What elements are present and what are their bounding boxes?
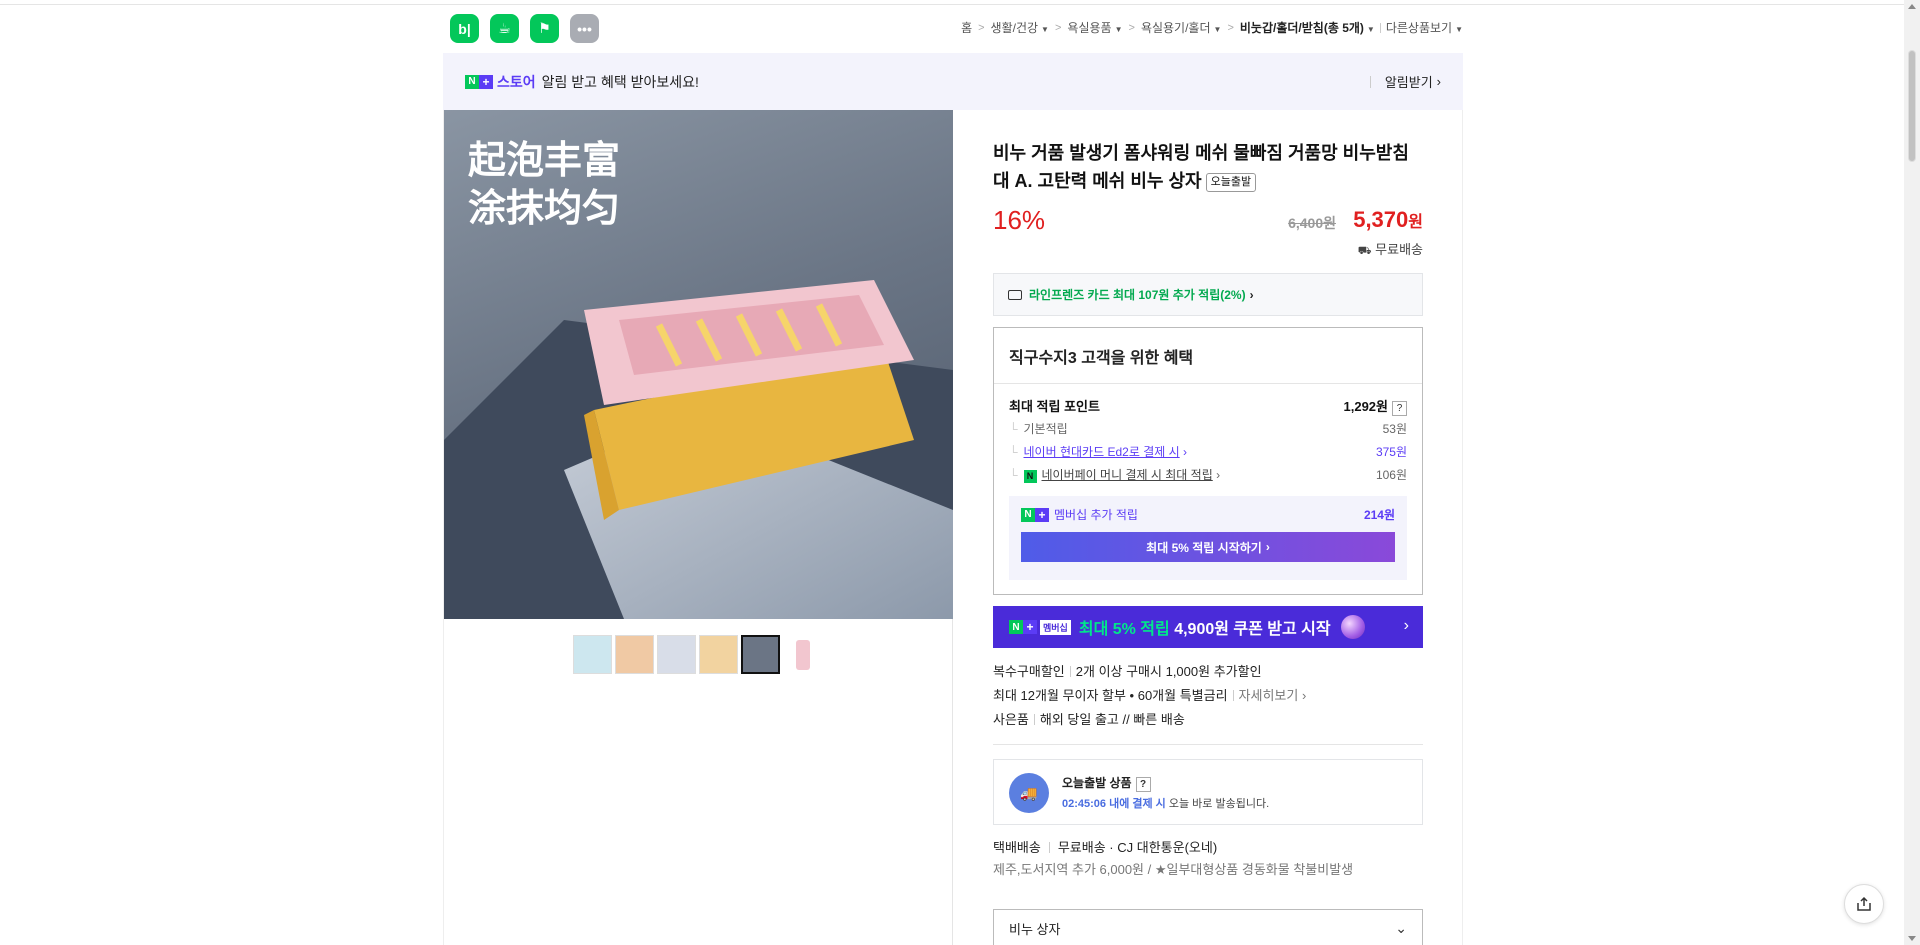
sale-price: 5,370원 xyxy=(1353,207,1423,232)
multi-buy-discount: 복수구매할인 2개 이상 구매시 1,000원 추가할인 xyxy=(993,664,1262,679)
price-row: 16% 6,400원 5,370원 xyxy=(993,199,1423,239)
chevron-right-icon: > xyxy=(978,21,985,34)
divider xyxy=(1379,22,1381,33)
cafe-icon[interactable]: ☕ xyxy=(490,14,519,43)
thumbnail[interactable] xyxy=(573,635,612,674)
points-row-card: └ 네이버 현대카드 Ed2로 결제 시 › 375원 xyxy=(1009,445,1407,459)
help-icon[interactable]: ? xyxy=(1392,400,1407,416)
breadcrumb-item-3[interactable]: 욕실용기/홀더 ▼ xyxy=(1141,19,1222,36)
share-button[interactable] xyxy=(1844,884,1884,924)
thumbnail-active[interactable] xyxy=(741,635,780,674)
notify-subscribe-button[interactable]: 알림받기 › xyxy=(1369,53,1441,110)
scroll-up-icon[interactable] xyxy=(1908,4,1916,9)
other-products-link[interactable]: 다른상품보기 ▼ xyxy=(1386,19,1463,36)
app-icons: b| ☕ ⚑ ••• xyxy=(450,14,599,43)
chevron-right-icon: › xyxy=(1249,287,1254,302)
breadcrumb-current[interactable]: 비눗갑/홀더/받침(총 5개) ▼ xyxy=(1240,19,1375,36)
image-caption: 起泡丰富 涂抹均匀 xyxy=(468,138,621,230)
max-points-row: 최대 적립 포인트 1,292원? xyxy=(1009,394,1407,417)
thumbnail-strip xyxy=(573,635,822,674)
points-row-npay: └ N 네이버페이 머니 결제 시 최대 적립 › 106원 xyxy=(1009,468,1407,483)
points-row-basic: └ 기본적립 53원 xyxy=(1009,422,1407,436)
breadcrumb-home[interactable]: 홈 xyxy=(961,19,972,36)
product-gallery: 起泡丰富 涂抹均匀 xyxy=(444,110,953,945)
credit-card-icon xyxy=(1008,289,1022,300)
chevron-down-icon: ⌄ xyxy=(1395,919,1407,936)
thumbnail[interactable] xyxy=(657,635,696,674)
page-scrollbar[interactable] xyxy=(1904,0,1920,945)
truck-icon: ⛟ xyxy=(1357,245,1372,257)
hyundai-card-link[interactable]: 네이버 현대카드 Ed2로 결제 시 xyxy=(1024,445,1180,459)
product-info: 비누 거품 발생기 폼샤워링 메쉬 물빠짐 거품망 비누받침대 A. 고탄력 메… xyxy=(993,110,1423,945)
chevron-right-icon: > xyxy=(1128,21,1135,34)
notify-banner: N + 스토어 알림 받고 혜택 받아보세요! 알림받기 › xyxy=(443,53,1463,110)
share-icon xyxy=(1857,896,1871,911)
product-main-image[interactable]: 起泡丰富 涂抹均匀 xyxy=(444,110,953,619)
chevron-right-icon: > xyxy=(1227,21,1234,34)
membership-start-button[interactable]: 최대 5% 적립 시작하기 › xyxy=(1021,532,1395,562)
thumbnail[interactable] xyxy=(783,635,822,674)
notify-text: 알림 받고 혜택 받아보세요! xyxy=(541,73,699,90)
more-icon[interactable]: ••• xyxy=(570,14,599,43)
bookmark-icon[interactable]: ⚑ xyxy=(530,14,559,43)
naver-plus-icon: N + xyxy=(1021,507,1049,522)
today-ship-box: 🚚 오늘출발 상품? 02:45:06 내에 결제 시 오늘 바로 발송됩니다. xyxy=(993,759,1423,825)
thumbnail[interactable] xyxy=(699,635,738,674)
discount-rate: 16% xyxy=(993,205,1046,235)
naver-plus-icon: N + xyxy=(1009,620,1037,634)
breadcrumb: 홈 > 생활/건강 ▼ > 욕실용품 ▼ > 욕실용기/홀더 ▼ > 비눗갑/홀더/받… xyxy=(961,19,1463,36)
courier-info: 택배배송 무료배송 · CJ 대한통운(오네) 제주,도서지역 추가 6,000원… xyxy=(993,840,1354,877)
breadcrumb-item-1[interactable]: 생활/건강 ▼ xyxy=(991,19,1049,36)
option-select[interactable]: 비누 상자 ⌄ xyxy=(993,909,1423,945)
membership-orb-icon xyxy=(1340,615,1365,639)
installment-details-link[interactable]: 자세히보기 › xyxy=(1239,688,1307,703)
store-label: 스토어 xyxy=(497,73,536,90)
membership-banner[interactable]: N + 멤버십 최대 5% 적립 4,900원 쿠폰 받고 시작 › xyxy=(993,606,1423,648)
blog-icon[interactable]: b| xyxy=(450,14,479,43)
benefit-box: 직구수지3 고객을 위한 혜택 최대 적립 포인트 1,292원? └ 기본적립 … xyxy=(993,327,1423,595)
thumbnail[interactable] xyxy=(615,635,654,674)
today-ship-badge: 오늘출발 xyxy=(1205,173,1257,192)
chevron-right-icon: › xyxy=(1403,617,1409,634)
installment-info: 최대 12개월 무이자 할부 • 60개월 특별금리 자세히보기 › xyxy=(993,688,1307,703)
chevron-right-icon: › xyxy=(1436,74,1441,89)
delivery-truck-icon: 🚚 xyxy=(1009,773,1049,813)
benefit-title: 직구수지3 고객을 위한 혜택 xyxy=(1009,350,1194,367)
divider xyxy=(993,744,1423,745)
scroll-down-icon[interactable] xyxy=(1908,936,1916,941)
naver-plus-icon: N + xyxy=(465,74,493,89)
product-main: 起泡丰富 涂抹均匀 비누 거품 발생기 폼샤워링 메쉬 물빠짐 거품망 비누받침… xyxy=(443,110,1463,945)
membership-box: N + 멤버십 추가 적립 214원 최대 5% 적립 시작하기 › xyxy=(1009,496,1407,580)
today-ship-subtitle: 02:45:06 내에 결제 시 오늘 바로 발송됩니다. xyxy=(1062,798,1270,810)
header: b| ☕ ⚑ ••• 홈 > 생활/건강 ▼ > 욕실용품 ▼ > 욕실용기/홀더 ▼… xyxy=(443,0,1463,53)
naver-pay-icon: N xyxy=(1023,470,1037,483)
npay-money-link[interactable]: 네이버페이 머니 결제 시 최대 적립 xyxy=(1042,468,1213,482)
original-price: 6,400원 xyxy=(1288,215,1336,231)
scrollbar-thumb[interactable] xyxy=(1908,50,1916,162)
product-title: 비누 거품 발생기 폼샤워링 메쉬 물빠짐 거품망 비누받침대 A. 고탄력 메… xyxy=(993,143,1409,192)
card-benefit-link[interactable]: 라인프렌즈 카드 최대 107원 추가 적립(2%) › xyxy=(993,273,1423,316)
gift-info: 사은품 해외 당일 출고 // 빠른 배송 xyxy=(993,712,1185,727)
purchase-info: 복수구매할인 2개 이상 구매시 1,000원 추가할인 최대 12개월 무이자 … xyxy=(993,660,1423,732)
chevron-right-icon: > xyxy=(1054,21,1062,34)
page-container: b| ☕ ⚑ ••• 홈 > 생활/건강 ▼ > 욕실용품 ▼ > 욕실용기/홀더 ▼… xyxy=(443,0,1463,945)
breadcrumb-item-2[interactable]: 욕실용품 ▼ xyxy=(1067,19,1122,36)
today-ship-title: 오늘출발 상품? xyxy=(1062,774,1151,792)
help-icon[interactable]: ? xyxy=(1135,777,1151,792)
shipping-info: ⛟ 무료배송 xyxy=(1357,242,1423,257)
